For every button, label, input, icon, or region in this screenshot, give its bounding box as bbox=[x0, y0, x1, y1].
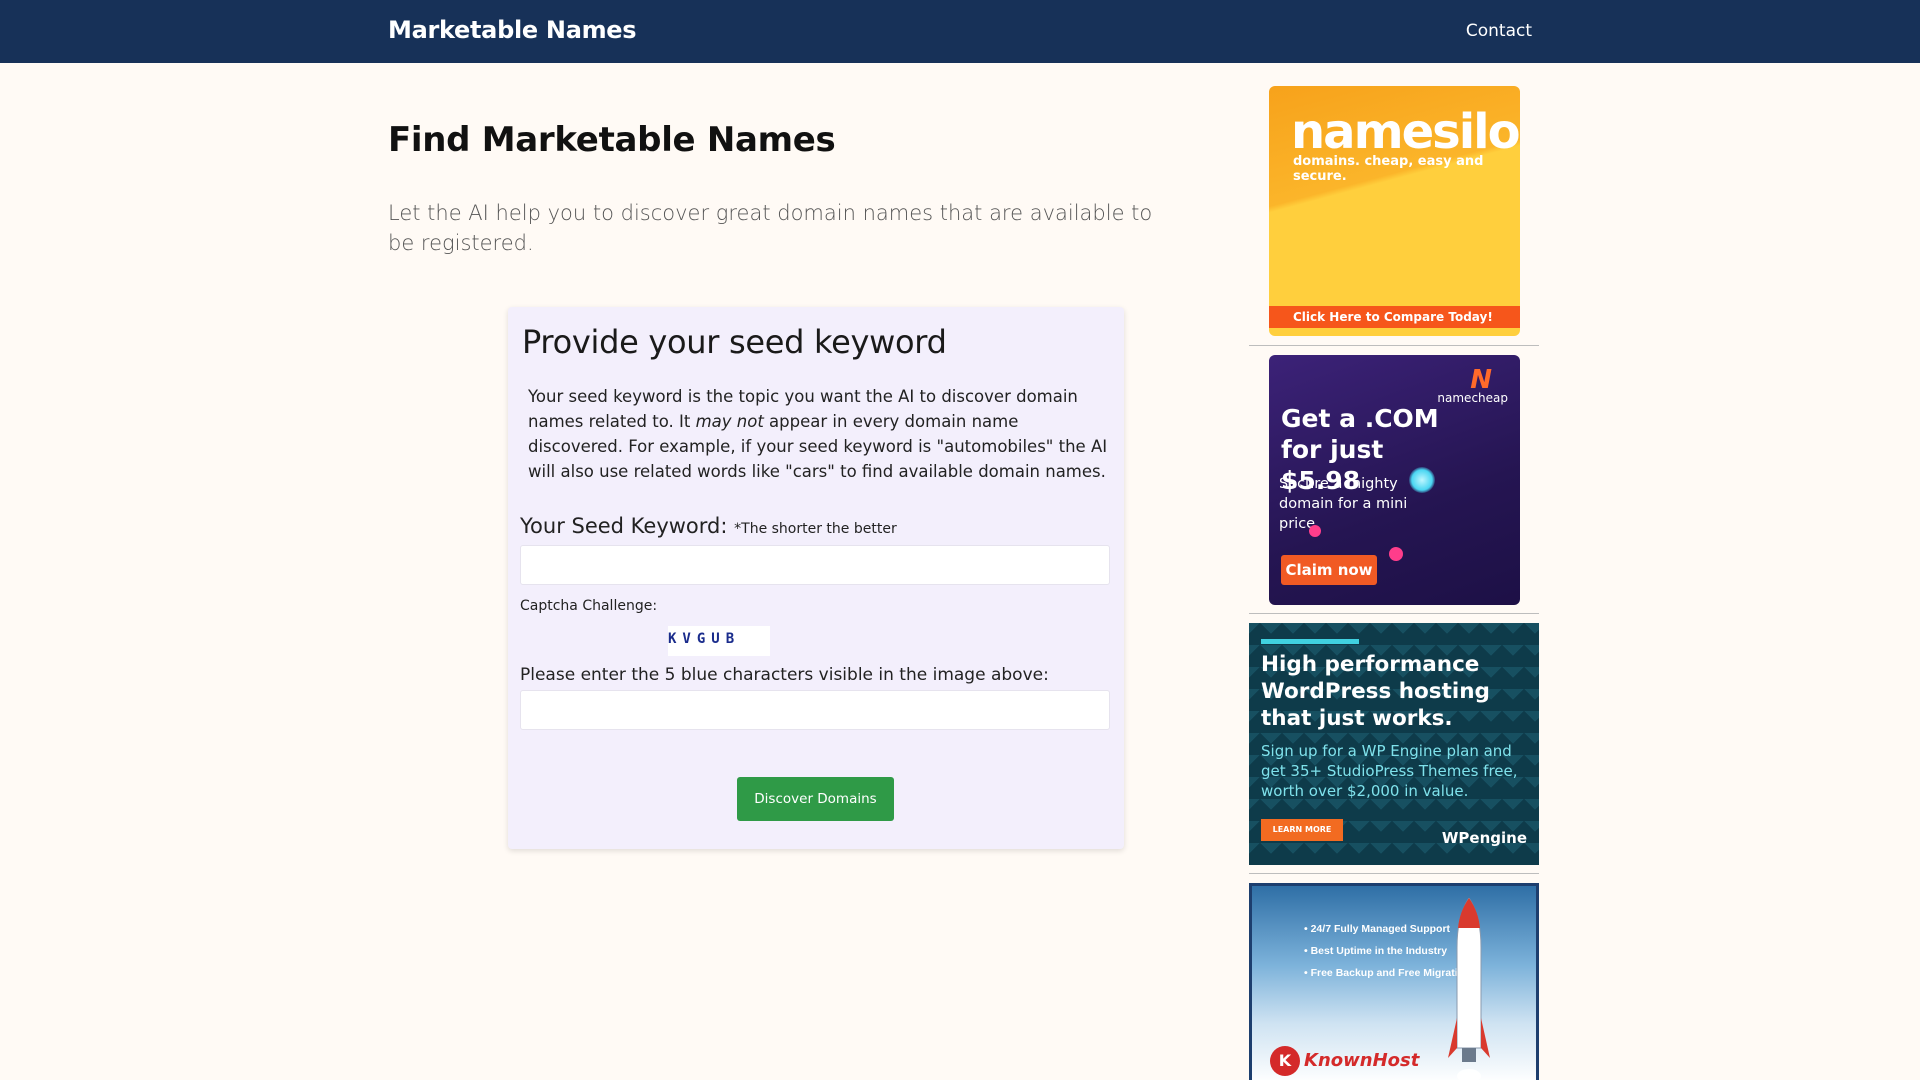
seed-keyword-hint: *The shorter the better bbox=[734, 521, 897, 537]
decorative-dot-icon bbox=[1389, 547, 1403, 561]
wpengine-headline: High performance WordPress hosting that … bbox=[1261, 652, 1490, 731]
decorative-dot-icon bbox=[1309, 525, 1321, 537]
sidebar-divider bbox=[1249, 345, 1539, 346]
captcha-prompt: Please enter the 5 blue characters visib… bbox=[520, 665, 1049, 685]
wpengine-subtext: Sign up for a WP Engine plan and get 35+… bbox=[1261, 742, 1518, 800]
rocket-icon bbox=[1448, 898, 1490, 1080]
knownhost-features: • 24/7 Fully Managed Support • Best Upti… bbox=[1304, 918, 1470, 984]
namecheap-claim-button: Claim now bbox=[1281, 555, 1377, 585]
top-navbar: Marketable Names Contact bbox=[0, 0, 1920, 63]
knownhost-feature: • 24/7 Fully Managed Support bbox=[1304, 923, 1451, 935]
captcha-input[interactable] bbox=[520, 690, 1110, 730]
discover-domains-button[interactable]: Discover Domains bbox=[737, 777, 894, 821]
lead-paragraph: Let the AI help you to discover great do… bbox=[388, 201, 1153, 255]
seed-keyword-form-card: Provide your seed keyword Your seed keyw… bbox=[508, 307, 1124, 849]
form-description: Your seed keyword is the topic you want … bbox=[528, 384, 1108, 484]
knownhost-logo-text: KnownHost bbox=[1304, 1050, 1420, 1071]
namesilo-ad[interactable]: namesilo domains. cheap, easy and secure… bbox=[1269, 86, 1520, 336]
brand-logo-link[interactable]: Marketable Names bbox=[388, 16, 637, 44]
page-title: Find Marketable Names bbox=[388, 120, 836, 160]
namesilo-logo: namesilo bbox=[1291, 104, 1520, 160]
wpengine-learn-more-button: LEARN MORE bbox=[1261, 819, 1343, 841]
captcha-image: KVGUB bbox=[668, 626, 770, 656]
captcha-characters: KVGUB bbox=[668, 631, 741, 647]
namecheap-subtext: Secure a mighty domain for a mini price bbox=[1279, 476, 1408, 532]
captcha-label: Captcha Challenge: bbox=[520, 598, 658, 614]
knownhost-logo-icon: K bbox=[1270, 1046, 1300, 1076]
namesilo-tagline: domains. cheap, easy and secure. bbox=[1293, 154, 1484, 184]
seed-keyword-input[interactable] bbox=[520, 545, 1110, 585]
form-description-emphasis: may not bbox=[695, 412, 764, 431]
knownhost-feature: • Free Backup and Free Migration bbox=[1304, 967, 1471, 979]
form-title: Provide your seed keyword bbox=[522, 323, 947, 361]
knownhost-ad[interactable]: • 24/7 Fully Managed Support • Best Upti… bbox=[1249, 883, 1539, 1080]
sidebar-divider bbox=[1249, 613, 1539, 614]
namesilo-cta: Click Here to Compare Today! bbox=[1269, 306, 1520, 328]
knownhost-feature: • Best Uptime in the Industry bbox=[1304, 945, 1448, 957]
namecheap-ad[interactable]: N namecheap Get a .COM for just $5.98 Se… bbox=[1269, 355, 1520, 605]
glowing-orb-icon bbox=[1409, 467, 1435, 493]
seed-keyword-label-text: Your Seed Keyword: bbox=[520, 514, 728, 538]
knownhost-logo: K KnownHost bbox=[1270, 1046, 1419, 1076]
accent-bar bbox=[1261, 639, 1359, 644]
nav-contact-link[interactable]: Contact bbox=[1466, 21, 1532, 41]
sidebar-divider bbox=[1249, 873, 1539, 874]
wpengine-logo: WPengine bbox=[1441, 829, 1527, 847]
seed-keyword-label: Your Seed Keyword: *The shorter the bett… bbox=[520, 514, 897, 538]
wpengine-ad[interactable]: High performance WordPress hosting that … bbox=[1249, 623, 1539, 865]
